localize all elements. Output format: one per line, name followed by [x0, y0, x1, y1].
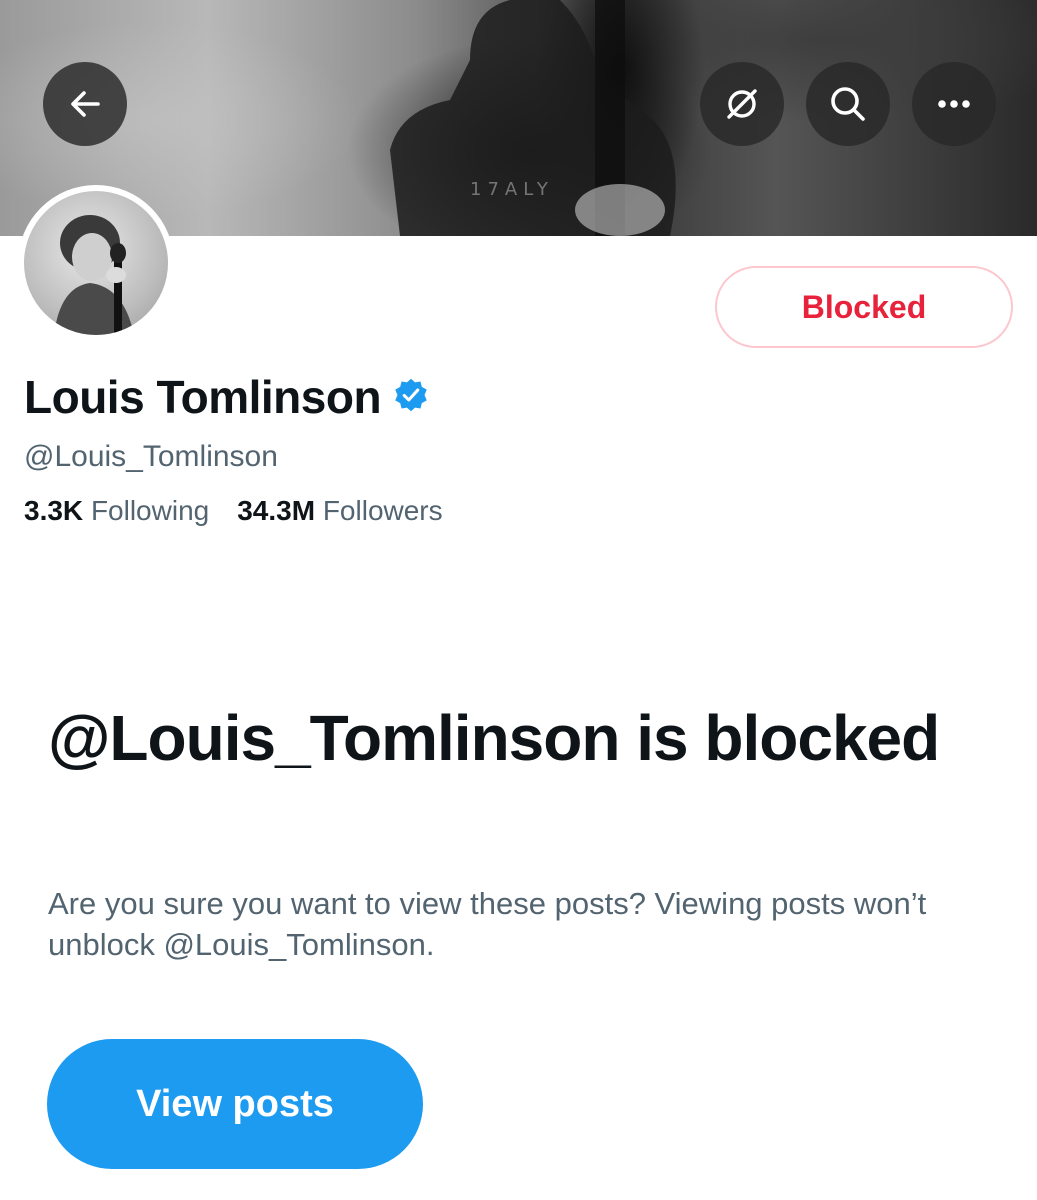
profile-page: 17ALY Blocked Louis Tomlinson @Louis_Tom… — [0, 0, 1037, 1200]
search-button[interactable] — [806, 62, 890, 146]
arrow-left-icon — [65, 84, 105, 124]
avatar-photo — [24, 191, 168, 335]
blocked-description: Are you sure you want to view these post… — [48, 886, 927, 962]
slash-circle-icon — [722, 84, 762, 124]
more-horizontal-icon — [934, 84, 974, 124]
blocked-button[interactable]: Blocked — [715, 266, 1013, 348]
followers-label: Followers — [322, 495, 443, 526]
blocked-title: @Louis_Tomlinson is blocked — [48, 702, 940, 774]
avatar[interactable] — [18, 185, 174, 341]
followers-count: 34.3M — [237, 495, 323, 526]
followers-stat[interactable]: 34.3M Followers — [237, 495, 442, 527]
more-button[interactable] — [912, 62, 996, 146]
profile-stats: 3.3K Following 34.3M Followers — [24, 495, 443, 527]
svg-text:17ALY: 17ALY — [470, 179, 554, 200]
verified-badge-icon — [393, 370, 429, 424]
grok-button[interactable] — [700, 62, 784, 146]
back-button[interactable] — [43, 62, 127, 146]
display-name: Louis Tomlinson — [24, 370, 429, 424]
following-label: Following — [90, 495, 210, 526]
display-name-text: Louis Tomlinson — [24, 371, 382, 423]
profile-banner: 17ALY — [0, 0, 1037, 236]
following-count: 3.3K — [24, 495, 91, 526]
view-posts-button[interactable]: View posts — [47, 1039, 423, 1169]
following-stat[interactable]: 3.3K Following — [24, 495, 209, 527]
search-icon — [828, 84, 868, 124]
profile-handle: @Louis_Tomlinson — [24, 440, 278, 473]
